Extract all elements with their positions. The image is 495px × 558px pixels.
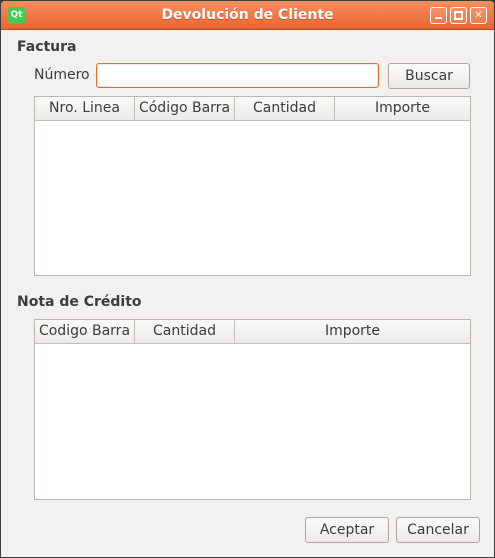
numero-input[interactable] xyxy=(96,63,379,88)
factura-table[interactable]: Nro. Linea Código Barra Cantidad Importe xyxy=(34,96,471,276)
buscar-button[interactable]: Buscar xyxy=(388,63,470,89)
column-header-codigo-barra[interactable]: Codigo Barra xyxy=(35,320,135,344)
column-header-nro-linea[interactable]: Nro. Linea xyxy=(35,97,135,121)
column-header-importe[interactable]: Importe xyxy=(235,320,470,344)
nota-credito-table-header: Codigo Barra Cantidad Importe xyxy=(35,320,470,344)
column-header-importe[interactable]: Importe xyxy=(335,97,470,121)
nota-credito-table[interactable]: Codigo Barra Cantidad Importe xyxy=(34,319,471,500)
cancelar-button[interactable]: Cancelar xyxy=(396,517,480,543)
factura-table-header: Nro. Linea Código Barra Cantidad Importe xyxy=(35,97,470,121)
dialog-window: Qt Devolución de Cliente ✕ Factura Númer… xyxy=(0,0,495,558)
numero-label: Número xyxy=(34,67,90,83)
aceptar-button[interactable]: Aceptar xyxy=(305,517,389,543)
minimize-icon xyxy=(435,17,442,19)
close-icon: ✕ xyxy=(474,10,483,21)
factura-section-title: Factura xyxy=(17,39,77,55)
maximize-icon xyxy=(454,11,463,20)
minimize-button[interactable] xyxy=(430,7,447,24)
column-header-cantidad[interactable]: Cantidad xyxy=(135,320,235,344)
window-title: Devolución de Cliente xyxy=(161,7,334,23)
close-button[interactable]: ✕ xyxy=(470,7,487,24)
maximize-button[interactable] xyxy=(450,7,467,24)
nota-credito-section-title: Nota de Crédito xyxy=(17,294,142,310)
title-bar[interactable]: Qt Devolución de Cliente ✕ xyxy=(1,1,494,30)
column-header-codigo-barra[interactable]: Código Barra xyxy=(135,97,235,121)
column-header-cantidad[interactable]: Cantidad xyxy=(235,97,335,121)
